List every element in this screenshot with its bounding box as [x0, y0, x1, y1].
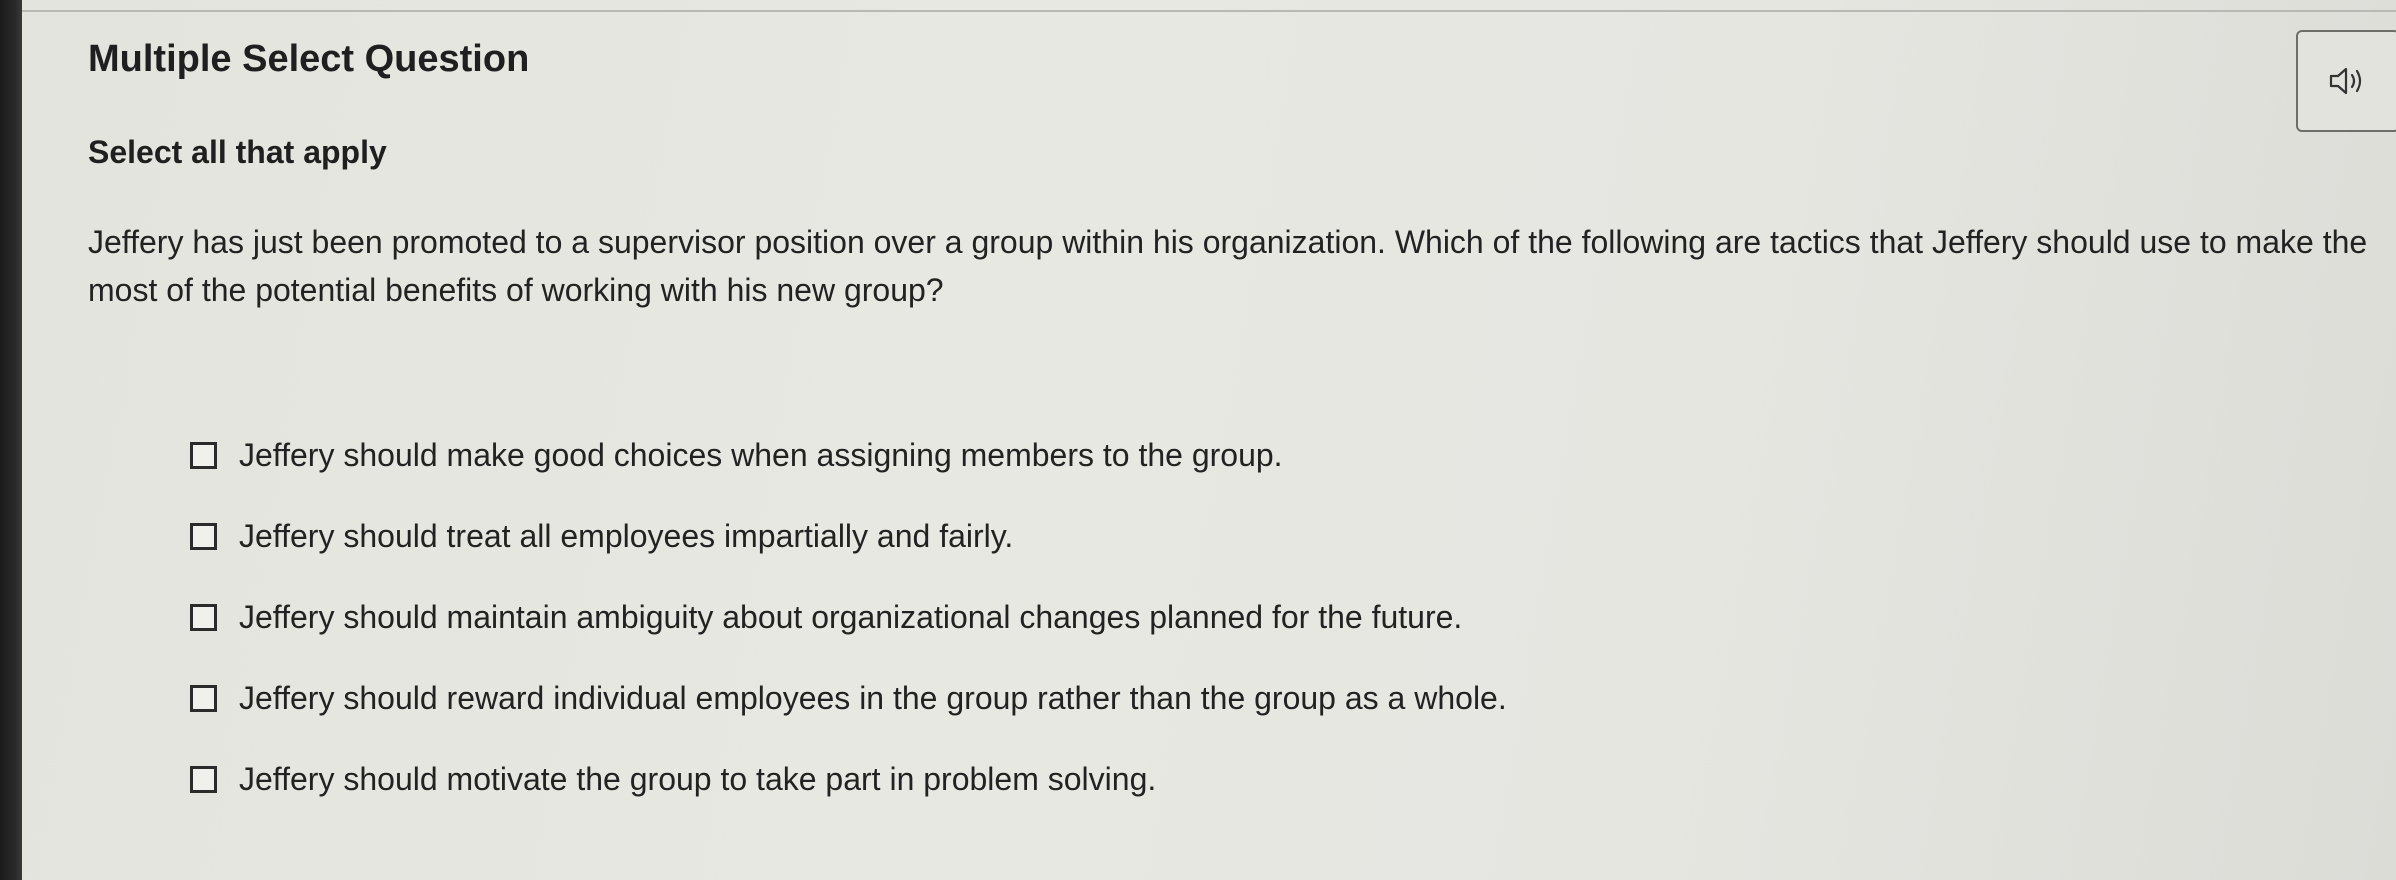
option-checkbox[interactable] [190, 522, 217, 550]
answer-option[interactable]: Jeffery should treat all employees impar… [190, 511, 1013, 561]
option-checkbox[interactable] [190, 441, 217, 469]
option-checkbox[interactable] [190, 603, 217, 631]
option-label: Jeffery should treat all employees impar… [239, 517, 1014, 554]
answer-option[interactable]: Jeffery should reward individual employe… [190, 673, 1507, 723]
option-label: Jeffery should reward individual employe… [239, 679, 1507, 716]
question-type-heading: Multiple Select Question [88, 38, 530, 80]
option-label: Jeffery should make good choices when as… [239, 436, 1283, 473]
answer-option[interactable]: Jeffery should motivate the group to tak… [190, 754, 1156, 804]
speaker-icon [2329, 67, 2362, 95]
read-aloud-button[interactable] [2296, 30, 2396, 132]
question-prompt: Jeffery has just been promoted to a supe… [88, 224, 2368, 308]
option-label: Jeffery should maintain ambiguity about … [239, 598, 1463, 635]
answer-option[interactable]: Jeffery should make good choices when as… [190, 430, 1283, 480]
screen-bezel [0, 0, 22, 880]
instruction-text: Select all that apply [88, 134, 387, 170]
answer-option[interactable]: Jeffery should maintain ambiguity about … [190, 592, 1462, 642]
top-divider [22, 10, 2396, 12]
option-checkbox[interactable] [190, 684, 217, 712]
option-label: Jeffery should motivate the group to tak… [239, 760, 1157, 797]
option-checkbox[interactable] [190, 765, 217, 793]
